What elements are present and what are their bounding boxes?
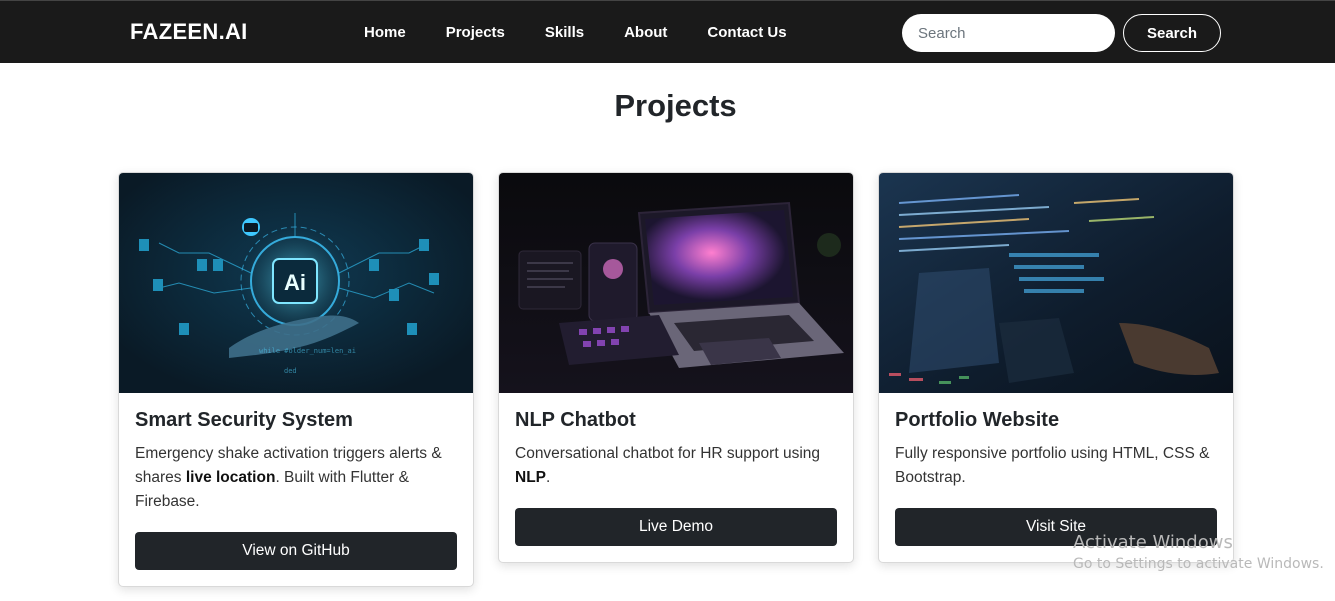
search-input[interactable] bbox=[902, 14, 1115, 52]
nav-link-home[interactable]: Home bbox=[344, 24, 426, 41]
svg-text:while #older_num=len_ai: while #older_num=len_ai bbox=[259, 347, 356, 355]
navbar: FAZEEN.AI Home Projects Skills About Con… bbox=[0, 0, 1335, 63]
card-description: Conversational chatbot for HR support us… bbox=[515, 445, 820, 486]
card-title: NLP Chatbot bbox=[515, 409, 636, 431]
brand-logo[interactable]: FAZEEN.AI bbox=[130, 19, 248, 45]
card-description: Fully responsive portfolio using HTML, C… bbox=[895, 445, 1210, 486]
nav-link-contact[interactable]: Contact Us bbox=[687, 24, 806, 41]
live-demo-button[interactable]: Live Demo bbox=[515, 508, 837, 546]
project-card-chatbot: NLP Chatbot Conversational chatbot for H… bbox=[498, 172, 854, 563]
card-title: Portfolio Website bbox=[895, 409, 1060, 431]
project-card-portfolio: Portfolio Website Fully responsive portf… bbox=[878, 172, 1234, 563]
nav-link-skills[interactable]: Skills bbox=[525, 24, 604, 41]
ai-chip-label: Ai bbox=[284, 270, 306, 295]
nav-link-projects[interactable]: Projects bbox=[426, 24, 525, 41]
card-description: Emergency shake activation triggers aler… bbox=[135, 445, 442, 510]
search-form: Search bbox=[902, 14, 1221, 52]
card-title: Smart Security System bbox=[135, 409, 353, 431]
svg-text:ded: ded bbox=[284, 367, 297, 375]
nav-link-about[interactable]: About bbox=[604, 24, 687, 41]
nav-links: Home Projects Skills About Contact Us bbox=[344, 1, 807, 64]
project-card-security: Ai while #older_num=len_ai ded Smart Sec… bbox=[118, 172, 474, 587]
search-button[interactable]: Search bbox=[1123, 14, 1221, 52]
laptop-devices-image bbox=[499, 173, 853, 393]
activate-windows-watermark: Activate Windows bbox=[1073, 532, 1233, 553]
ai-hand-circuit-image: Ai while #older_num=len_ai ded bbox=[119, 173, 473, 393]
activate-windows-hint: Go to Settings to activate Windows. bbox=[1073, 556, 1324, 572]
page-title: Projects bbox=[614, 88, 737, 123]
code-screen-image bbox=[879, 173, 1233, 393]
view-github-button[interactable]: View on GitHub bbox=[135, 532, 457, 570]
